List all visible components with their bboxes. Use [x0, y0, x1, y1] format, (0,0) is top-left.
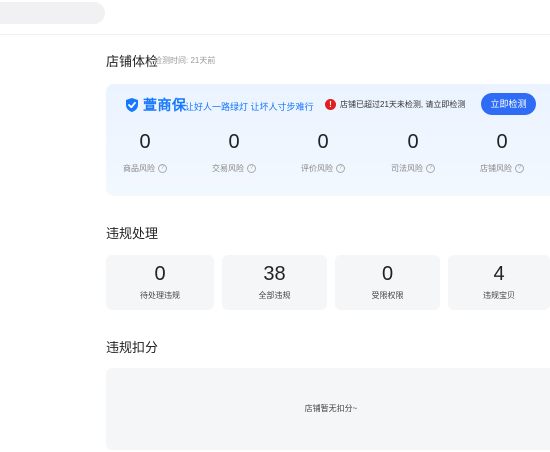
check-now-button[interactable]: 立即检测 — [481, 93, 536, 115]
brand-logo: 萱商保 — [124, 95, 187, 115]
risk-item-shop[interactable]: 0 店铺风险? — [457, 130, 547, 174]
violation-value: 0 — [381, 263, 394, 285]
risk-value: 0 — [407, 131, 419, 153]
violation-value: 4 — [493, 263, 505, 285]
risk-value: 0 — [496, 131, 508, 153]
help-icon[interactable]: ? — [247, 164, 256, 173]
risk-label: 店铺风险 — [480, 164, 512, 173]
health-section-title: 店铺体检 — [106, 54, 159, 69]
risk-item-trade[interactable]: 0 交易风险? — [189, 130, 279, 174]
help-icon[interactable]: ? — [158, 164, 167, 173]
checked-time: 检测时间: 21天前 — [154, 56, 216, 65]
violation-label: 违规宝贝 — [483, 291, 515, 300]
violation-label: 受限权限 — [371, 291, 404, 300]
risk-value: 0 — [228, 131, 240, 153]
risk-label: 评价风险 — [301, 164, 333, 173]
brand-slogan: 让好人一路绿灯 让坏人寸步难行 — [185, 102, 314, 112]
top-bar — [0, 0, 550, 35]
help-icon[interactable]: ? — [336, 164, 345, 173]
violation-card-all[interactable]: 38 全部违规 — [222, 255, 327, 310]
risk-label: 商品风险 — [123, 164, 155, 173]
health-card: 萱商保 让好人一路绿灯 让坏人寸步难行 ! 店铺已超过21天未检测, 请立即检测… — [106, 84, 550, 196]
shield-check-icon — [126, 98, 138, 112]
risk-value: 0 — [317, 131, 329, 153]
violation-label: 待处理违规 — [140, 291, 180, 300]
violation-card-restricted[interactable]: 0 受限权限 — [335, 255, 440, 310]
violation-section-title: 违规处理 — [106, 226, 159, 241]
violation-value: 38 — [263, 263, 286, 285]
violation-card-items[interactable]: 4 违规宝贝 — [448, 255, 550, 310]
brand-name: 萱商保 — [143, 97, 187, 113]
violation-value: 0 — [154, 263, 166, 285]
deduction-section-title: 违规扣分 — [106, 340, 159, 355]
alert-message: ! 店铺已超过21天未检测, 请立即检测 — [325, 99, 465, 110]
search-input[interactable] — [0, 2, 105, 24]
deduction-empty-text: 店铺暂无扣分~ — [304, 404, 358, 413]
risk-item-review[interactable]: 0 评价风险? — [278, 130, 368, 174]
violation-card-pending[interactable]: 0 待处理违规 — [106, 255, 214, 310]
help-icon[interactable]: ? — [426, 164, 435, 173]
deduction-empty-box: 店铺暂无扣分~ — [106, 368, 550, 450]
risk-label: 司法风险 — [391, 164, 423, 173]
warning-icon: ! — [325, 99, 336, 110]
violation-label: 全部违规 — [258, 291, 291, 300]
risk-label: 交易风险 — [212, 164, 244, 173]
risk-item-product[interactable]: 0 商品风险? — [100, 130, 190, 174]
alert-text: 店铺已超过21天未检测, 请立即检测 — [340, 100, 466, 109]
help-icon[interactable]: ? — [515, 164, 524, 173]
risk-value: 0 — [139, 131, 151, 153]
risk-item-judicial[interactable]: 0 司法风险? — [368, 130, 458, 174]
